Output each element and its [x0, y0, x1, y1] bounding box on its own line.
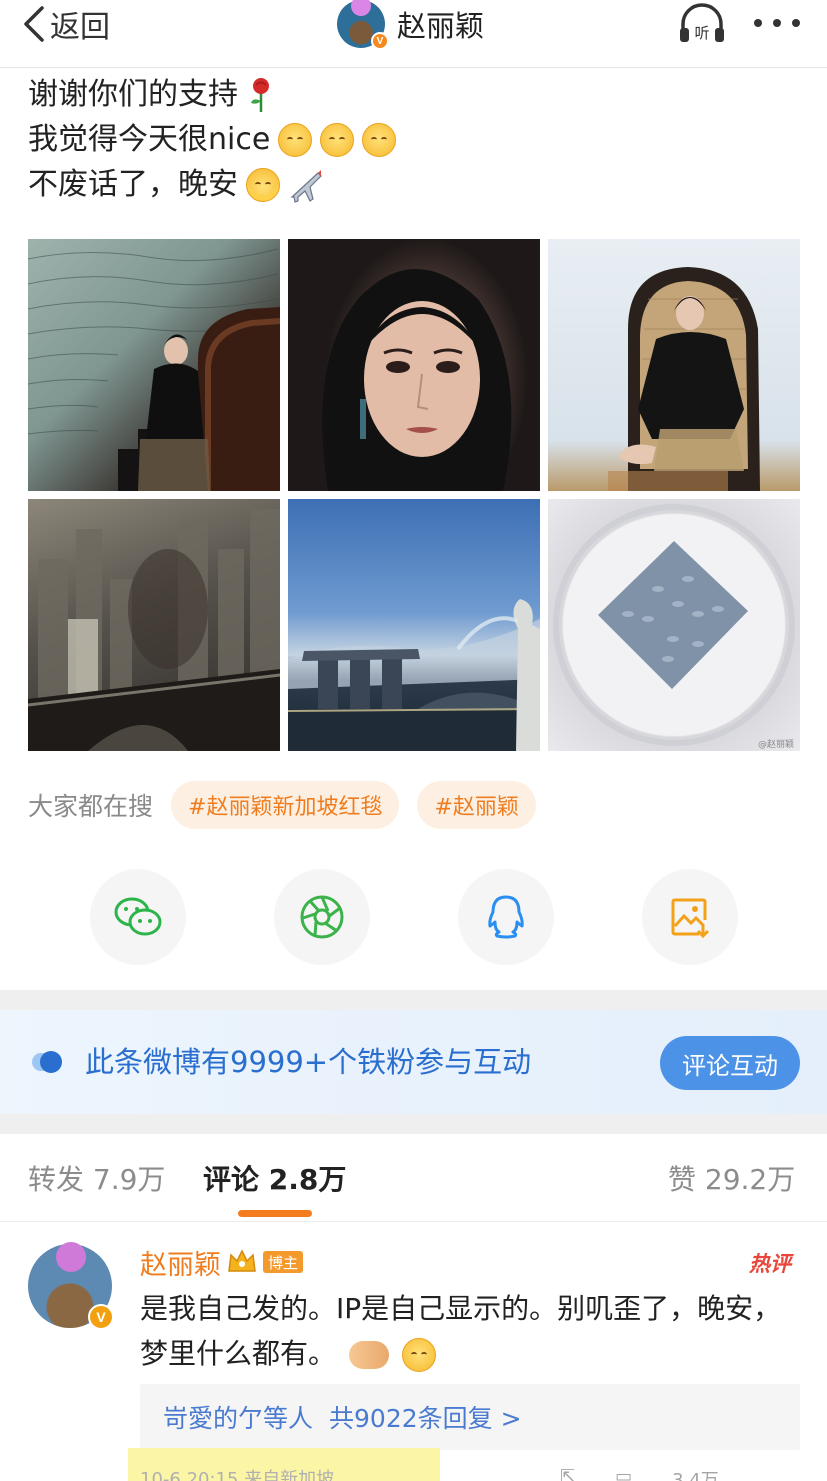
more-dot-icon: [754, 19, 762, 27]
top-nav-bar: 返回 V 赵丽颖 听: [0, 0, 827, 68]
reply-comment-icon[interactable]: ▭: [615, 1466, 632, 1481]
comment-interact-button[interactable]: 评论互动: [660, 1036, 800, 1090]
comment-replies-link[interactable]: 岢愛的亇等人 共9022条回复 >: [140, 1384, 800, 1450]
listen-button[interactable]: 听: [677, 2, 727, 46]
share-save-image-button[interactable]: [642, 869, 738, 965]
back-label: 返回: [50, 10, 110, 45]
chair-portrait-illustration: [608, 267, 760, 491]
post-body: 谢谢你们的支持 我觉得今天很nice 不废话了，晚安: [28, 72, 788, 207]
comment-meta: 10-6 20:15 来自新加坡: [140, 1469, 335, 1481]
post-line-2: 我觉得今天很nice: [28, 117, 788, 162]
active-tab-indicator: [238, 1210, 312, 1217]
post-line-1: 谢谢你们的支持: [28, 72, 788, 117]
fans-toggle-icon: [32, 1051, 62, 1073]
section-divider: [0, 1114, 827, 1134]
section-divider: [0, 990, 827, 1010]
comment-text-block: 是我自己发的。IP是自己显示的。别叽歪了，晚安，梦里什么都有。: [140, 1286, 800, 1376]
city-reflection-illustration: [28, 509, 280, 751]
comment-author-row: 赵丽颖 博主: [140, 1242, 304, 1282]
blue-rice-illustration: @赵丽颖: [553, 504, 795, 750]
share-moments-button[interactable]: [274, 869, 370, 965]
fans-interaction-banner[interactable]: 此条微博有9999+个铁粉参与互动 评论互动: [0, 1010, 827, 1114]
comment-text: 是我自己发的。IP是自己显示的。别叽歪了，晚安，梦里什么都有。: [140, 1292, 782, 1370]
smile-emoji-icon: [278, 122, 313, 157]
avatar-bubble-decoration: [351, 0, 371, 16]
trending-label: 大家都在搜: [28, 792, 154, 821]
photo-grid: @赵丽颖: [28, 239, 800, 751]
tab-like[interactable]: 赞 29.2万: [668, 1160, 795, 1200]
headphones-icon: 听: [680, 3, 724, 42]
more-options-button[interactable]: [754, 8, 800, 38]
avatar-bubble-decoration: [56, 1242, 86, 1272]
share-wechat-button[interactable]: [90, 869, 186, 965]
photo-marina-bay-merlion[interactable]: [288, 499, 540, 751]
fans-banner-text: 此条微博有9999+个铁粉参与互动: [85, 1045, 532, 1079]
tab-comment[interactable]: 评论 2.8万: [203, 1160, 346, 1200]
post-line-3: 不废话了，晚安: [28, 162, 788, 207]
smile-emoji-icon: [362, 122, 397, 157]
party-emoji-icon: [246, 167, 280, 202]
crown-icon: [228, 1249, 256, 1272]
verified-badge-icon: V: [88, 1304, 114, 1330]
back-button[interactable]: 返回: [20, 4, 110, 45]
laughing-emoji-icon: [401, 1338, 436, 1372]
post-text: 谢谢你们的支持: [28, 77, 238, 112]
host-badge: 博主: [263, 1251, 304, 1273]
photo-staircase-portrait[interactable]: [28, 239, 280, 491]
share-bar: [90, 869, 740, 967]
listen-label: 听: [694, 24, 709, 42]
share-qq-button[interactable]: [458, 869, 554, 965]
save-image-icon: [671, 898, 710, 938]
hot-comment-badge: 热评: [749, 1252, 791, 1276]
photo-blue-rice-plate[interactable]: @赵丽颖: [548, 499, 800, 751]
share-comment-icon[interactable]: ⇱: [560, 1466, 575, 1481]
marina-bay-illustration: [288, 599, 540, 751]
trending-searches: 大家都在搜 #赵丽颖新加坡红毯 #赵丽颖: [28, 781, 536, 829]
chevron-left-icon: [24, 6, 44, 42]
tab-repost[interactable]: 转发 7.9万: [28, 1160, 165, 1200]
replies-count: 共9022条回复 >: [329, 1404, 522, 1433]
trending-chip[interactable]: #赵丽颖新加坡红毯: [171, 781, 400, 829]
post-stats-tabs: 转发 7.9万 评论 2.8万 赞 29.2万: [0, 1134, 827, 1222]
comment-author-name[interactable]: 赵丽颖: [140, 1243, 221, 1282]
trending-chip[interactable]: #赵丽颖: [417, 781, 536, 829]
comment-like-count[interactable]: 3.4万: [672, 1466, 719, 1481]
more-dot-icon: [792, 19, 800, 27]
comment-actions: ⇱ ▭ 3.4万: [560, 1466, 810, 1481]
post-text: 我觉得今天很nice: [28, 122, 271, 157]
airplane-emoji-icon: [290, 169, 322, 203]
moments-icon: [300, 895, 344, 939]
replies-users: 岢愛的亇等人: [163, 1404, 314, 1433]
verified-badge-icon: V: [371, 32, 389, 50]
staircase-portrait-illustration: [28, 248, 280, 491]
photo-city-reflection[interactable]: [28, 499, 280, 751]
qq-icon: [488, 895, 524, 939]
photo-closeup-portrait[interactable]: [288, 239, 540, 491]
avatar[interactable]: V: [337, 0, 389, 50]
wechat-icon: [114, 897, 162, 936]
author-name[interactable]: 赵丽颖: [397, 3, 484, 45]
photo-chair-portrait[interactable]: [548, 239, 800, 491]
post-author-header[interactable]: V 赵丽颖: [337, 0, 484, 50]
smile-emoji-icon: [320, 122, 355, 157]
comment-avatar[interactable]: V: [28, 1242, 114, 1330]
handshake-emoji-icon: [348, 1341, 389, 1369]
rose-emoji-icon: [251, 77, 269, 112]
post-text: 不废话了，晚安: [28, 167, 238, 202]
closeup-portrait-illustration: [322, 269, 512, 491]
more-dot-icon: [773, 19, 781, 27]
image-watermark: @赵丽颖: [758, 738, 794, 750]
